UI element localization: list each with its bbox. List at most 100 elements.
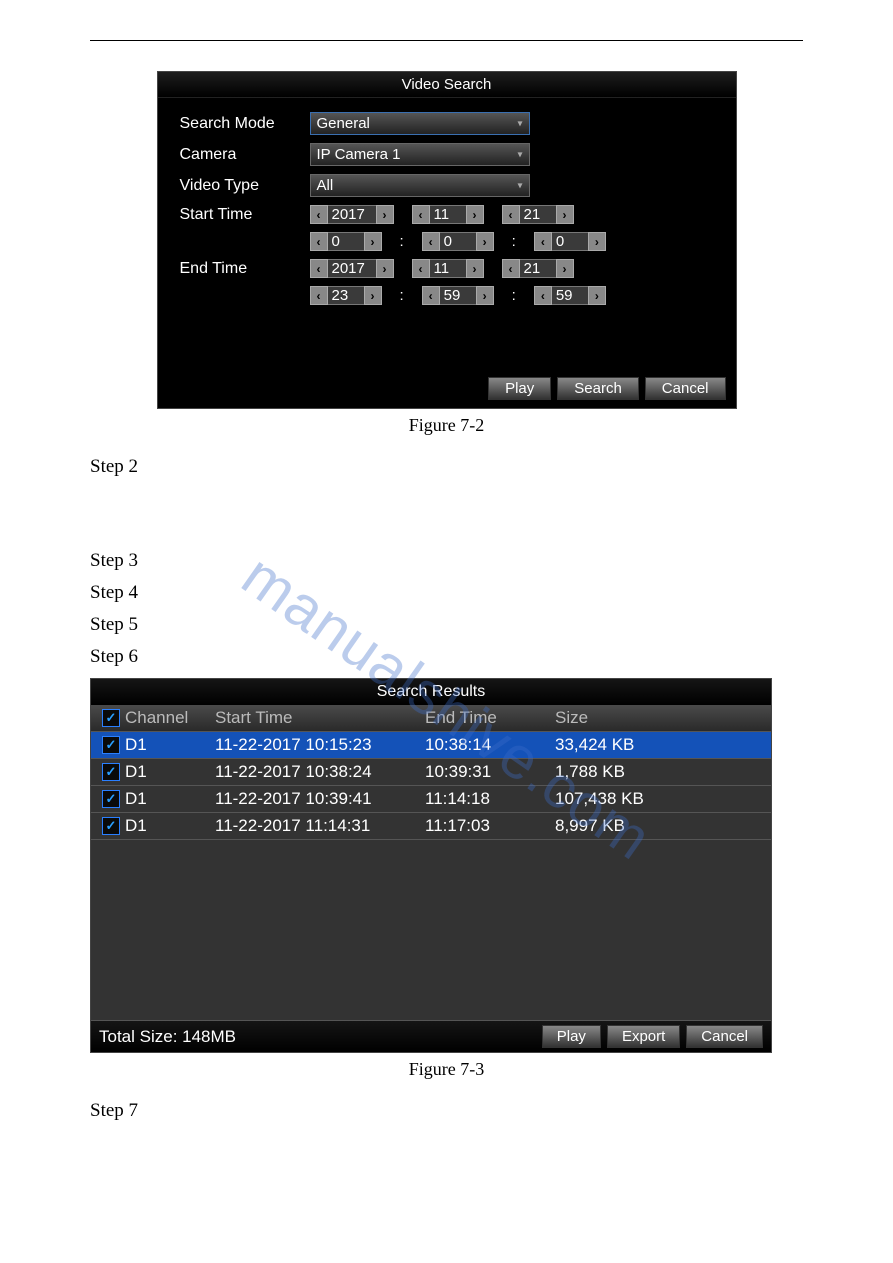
step-4: Step 4 xyxy=(90,582,803,604)
chevron-left-icon[interactable]: ‹ xyxy=(310,259,328,278)
cell-start-time: 11-22-2017 10:15:23 xyxy=(215,735,425,755)
end-year-value: 2017 xyxy=(328,259,376,278)
chevron-left-icon[interactable]: ‹ xyxy=(412,259,430,278)
spin-start-sec[interactable]: ‹ 0 › xyxy=(534,232,606,251)
chevron-right-icon[interactable]: › xyxy=(376,259,394,278)
select-search-mode-value: General xyxy=(317,115,370,132)
horizontal-rule xyxy=(90,40,803,41)
search-results-title: Search Results xyxy=(91,679,771,705)
cell-channel: D1 xyxy=(125,735,215,755)
checkbox-row[interactable]: ✓ xyxy=(102,817,120,835)
colon-separator: : xyxy=(400,287,404,304)
chevron-left-icon[interactable]: ‹ xyxy=(310,232,328,251)
chevron-right-icon[interactable]: › xyxy=(364,286,382,305)
results-grid: ✓ Channel Start Time End Time Size ✓D111… xyxy=(91,705,771,1021)
cell-end-time: 11:14:18 xyxy=(425,789,555,809)
row-video-type: Video Type All ▾ xyxy=(180,174,714,197)
chevron-right-icon[interactable]: › xyxy=(588,232,606,251)
cell-size: 8,997 KB xyxy=(555,816,747,836)
end-month-value: 11 xyxy=(430,259,466,278)
figure-7-3-caption: Figure 7-3 xyxy=(90,1059,803,1080)
grid-empty-area xyxy=(91,840,771,1021)
grid-header: ✓ Channel Start Time End Time Size xyxy=(91,705,771,732)
checkbox-row[interactable]: ✓ xyxy=(102,763,120,781)
chevron-right-icon[interactable]: › xyxy=(476,232,494,251)
select-video-type-value: All xyxy=(317,177,334,194)
video-search-title: Video Search xyxy=(158,72,736,98)
chevron-right-icon[interactable]: › xyxy=(556,259,574,278)
spin-end-day[interactable]: ‹ 21 › xyxy=(502,259,574,278)
chevron-right-icon[interactable]: › xyxy=(376,205,394,224)
row-start-time-hms: ‹ 0 › : ‹ 0 › : ‹ 0 › xyxy=(180,232,714,251)
spin-end-month[interactable]: ‹ 11 › xyxy=(412,259,484,278)
chevron-left-icon[interactable]: ‹ xyxy=(310,205,328,224)
spin-start-hour[interactable]: ‹ 0 › xyxy=(310,232,382,251)
chevron-left-icon[interactable]: ‹ xyxy=(502,259,520,278)
col-end-time: End Time xyxy=(425,708,555,728)
colon-separator: : xyxy=(400,233,404,250)
export-button[interactable]: Export xyxy=(607,1025,680,1048)
end-sec-value: 59 xyxy=(552,286,588,305)
end-hour-value: 23 xyxy=(328,286,364,305)
col-start-time: Start Time xyxy=(215,708,425,728)
cell-end-time: 10:38:14 xyxy=(425,735,555,755)
chevron-left-icon[interactable]: ‹ xyxy=(310,286,328,305)
spin-start-min[interactable]: ‹ 0 › xyxy=(422,232,494,251)
select-video-type[interactable]: All ▾ xyxy=(310,174,530,197)
cancel-button[interactable]: Cancel xyxy=(645,377,726,400)
step-3: Step 3 xyxy=(90,550,803,572)
spin-end-sec[interactable]: ‹ 59 › xyxy=(534,286,606,305)
col-size: Size xyxy=(555,708,747,728)
search-results-panel: Search Results ✓ Channel Start Time End … xyxy=(90,678,772,1053)
checkbox-row[interactable]: ✓ xyxy=(102,736,120,754)
spin-end-min[interactable]: ‹ 59 › xyxy=(422,286,494,305)
label-search-mode: Search Mode xyxy=(180,115,310,133)
select-camera-value: IP Camera 1 xyxy=(317,146,401,163)
step-5: Step 5 xyxy=(90,614,803,636)
chevron-right-icon[interactable]: › xyxy=(466,259,484,278)
chevron-left-icon[interactable]: ‹ xyxy=(534,232,552,251)
spin-start-month[interactable]: ‹ 11 › xyxy=(412,205,484,224)
spin-end-year[interactable]: ‹ 2017 › xyxy=(310,259,394,278)
checkbox-row[interactable]: ✓ xyxy=(102,790,120,808)
chevron-down-icon: ▾ xyxy=(517,149,522,160)
chevron-left-icon[interactable]: ‹ xyxy=(412,205,430,224)
select-camera[interactable]: IP Camera 1 ▾ xyxy=(310,143,530,166)
table-row[interactable]: ✓D111-22-2017 10:39:4111:14:18107,438 KB xyxy=(91,786,771,813)
checkbox-all[interactable]: ✓ xyxy=(102,709,120,727)
table-row[interactable]: ✓D111-22-2017 10:38:2410:39:311,788 KB xyxy=(91,759,771,786)
spin-end-hour[interactable]: ‹ 23 › xyxy=(310,286,382,305)
table-row[interactable]: ✓D111-22-2017 11:14:3111:17:038,997 KB xyxy=(91,813,771,840)
start-year-value: 2017 xyxy=(328,205,376,224)
colon-separator: : xyxy=(512,233,516,250)
chevron-right-icon[interactable]: › xyxy=(588,286,606,305)
cancel-button[interactable]: Cancel xyxy=(686,1025,763,1048)
chevron-right-icon[interactable]: › xyxy=(466,205,484,224)
row-camera: Camera IP Camera 1 ▾ xyxy=(180,143,714,166)
spin-start-day[interactable]: ‹ 21 › xyxy=(502,205,574,224)
spin-start-year[interactable]: ‹ 2017 › xyxy=(310,205,394,224)
cell-channel: D1 xyxy=(125,789,215,809)
play-button[interactable]: Play xyxy=(488,377,551,400)
chevron-left-icon[interactable]: ‹ xyxy=(422,232,440,251)
label-video-type: Video Type xyxy=(180,177,310,195)
start-sec-value: 0 xyxy=(552,232,588,251)
start-month-value: 11 xyxy=(430,205,466,224)
col-channel: Channel xyxy=(125,708,215,728)
table-row[interactable]: ✓ D111-22-2017 10:15:2310:38:1433,424 KB xyxy=(91,732,771,759)
chevron-left-icon[interactable]: ‹ xyxy=(422,286,440,305)
row-end-time-hms: ‹ 23 › : ‹ 59 › : ‹ 59 › xyxy=(180,286,714,305)
chevron-right-icon[interactable]: › xyxy=(556,205,574,224)
colon-separator: : xyxy=(512,287,516,304)
search-button[interactable]: Search xyxy=(557,377,639,400)
start-min-value: 0 xyxy=(440,232,476,251)
select-search-mode[interactable]: General ▾ xyxy=(310,112,530,135)
chevron-right-icon[interactable]: › xyxy=(476,286,494,305)
cell-channel: D1 xyxy=(125,816,215,836)
chevron-right-icon[interactable]: › xyxy=(364,232,382,251)
chevron-left-icon[interactable]: ‹ xyxy=(502,205,520,224)
chevron-left-icon[interactable]: ‹ xyxy=(534,286,552,305)
label-end-time: End Time xyxy=(180,260,310,278)
play-button[interactable]: Play xyxy=(542,1025,601,1048)
cell-size: 33,424 KB xyxy=(555,735,747,755)
